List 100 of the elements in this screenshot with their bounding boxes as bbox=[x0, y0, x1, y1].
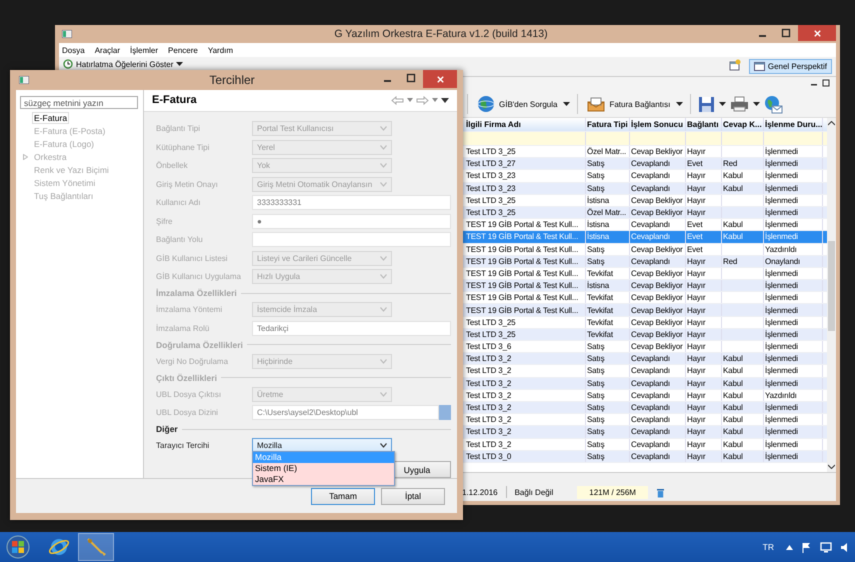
field-label: Tarayıcı Tercihi bbox=[156, 441, 210, 450]
table-cell: İşlenmedi bbox=[765, 318, 798, 327]
up-arrow-icon[interactable] bbox=[786, 544, 793, 550]
table-row[interactable]: Test LTD 3_2 Satış Cevaplandı Hayır Kabul İşlenmedi bbox=[461, 378, 827, 390]
table-cell: Satış bbox=[587, 171, 604, 180]
table-cell: Kabul bbox=[723, 366, 743, 376]
field-label: GİB Kullanıcı Uygulama bbox=[156, 272, 242, 282]
scrollbar-thumb[interactable] bbox=[828, 241, 835, 331]
minimize-icon bbox=[758, 35, 766, 37]
printer-icon[interactable] bbox=[730, 96, 750, 112]
table-cell: Test LTD 3_2 bbox=[466, 354, 512, 364]
table-cell: İşlenmedi bbox=[765, 330, 798, 339]
table-cell: İşlenmedi bbox=[765, 440, 798, 449]
table-cell: Cevaplandı bbox=[631, 366, 670, 376]
table-cell: Hayır bbox=[687, 318, 706, 327]
table-row[interactable]: TEST 19 GİB Portal & Test Kull... Tevkifat Cevap Bekliyor Hayır İşlenmedi bbox=[461, 304, 827, 317]
table-cell: Hayır bbox=[687, 378, 706, 388]
dialog-button[interactable]: İptal bbox=[381, 488, 445, 504]
scroll-down-icon[interactable] bbox=[828, 464, 835, 469]
menu-item[interactable]: Araçlar bbox=[94, 46, 120, 54]
table-cell: Satış bbox=[587, 427, 604, 436]
close-button[interactable] bbox=[798, 25, 836, 41]
table-cell: Evet bbox=[687, 232, 702, 242]
table-cell: Cevap Bekliyor bbox=[631, 330, 683, 339]
table-cell: İstisna bbox=[587, 196, 610, 205]
table-cell: İşlenmedi bbox=[765, 427, 798, 436]
table-cell: Kabul bbox=[723, 184, 743, 193]
table-row[interactable]: Test LTD 3_0 Satış Cevaplandı Hayır Kabul İşlenmedi bbox=[461, 450, 827, 463]
dialog-button[interactable]: Tamam bbox=[311, 488, 375, 504]
table-row[interactable]: TEST 19 GİB Portal & Test Kull... İstisna Cevap Bekliyor Hayır İşlenmedi bbox=[461, 280, 827, 292]
column-header[interactable]: İşlem Sonucu bbox=[630, 118, 686, 131]
column-header[interactable]: İlgili Firma Adı bbox=[465, 118, 586, 131]
column-header[interactable]: Bağlantı bbox=[686, 118, 722, 131]
table-row[interactable]: Test LTD 3_2 Satış Cevaplandı Hayır Kabul İşlenmedi bbox=[461, 426, 827, 438]
monitor-icon[interactable] bbox=[820, 542, 832, 552]
table-row[interactable]: Test LTD 3_2 Satış Cevaplandı Hayır Kabul İşlenmedi bbox=[461, 353, 827, 366]
table-cell: Cevaplandı bbox=[631, 220, 670, 230]
table-cell: Satış bbox=[587, 452, 604, 461]
table-cell: Hayır bbox=[687, 403, 706, 412]
filter-field[interactable]: süzgeç metnini yazın bbox=[20, 96, 138, 109]
table-cell: Test LTD 3_2 bbox=[466, 415, 512, 424]
save-icon[interactable] bbox=[698, 96, 716, 112]
menu-item[interactable]: Pencere bbox=[168, 46, 198, 54]
close-button[interactable] bbox=[423, 70, 457, 88]
table-cell: Cevaplandı bbox=[631, 452, 670, 461]
table-row[interactable]: Test LTD 3_25 Tevkifat Cevap Bekliyor Hayır İşlenmedi bbox=[461, 328, 827, 341]
table-cell: Cevaplandı bbox=[631, 440, 670, 449]
menu-item[interactable]: Dosya bbox=[62, 46, 85, 54]
field-label: Kütüphane Tipi bbox=[156, 142, 210, 152]
speaker-icon[interactable] bbox=[840, 542, 849, 552]
table-cell: Tevkifat bbox=[587, 293, 613, 302]
table-cell: Özel Matr... bbox=[587, 147, 626, 156]
table-row[interactable]: Test LTD 3_2 Satış Cevaplandı Hayır Kabul İşlenmedi bbox=[461, 402, 827, 414]
caret-icon[interactable] bbox=[563, 102, 570, 106]
table-cell: Hayır bbox=[687, 196, 706, 205]
globe-mail-icon[interactable] bbox=[764, 94, 784, 114]
section-heading: İmzalama Özellikleri bbox=[156, 288, 237, 298]
table-cell: Tevkifat bbox=[587, 268, 613, 278]
tree-item[interactable]: E-Fatura bbox=[32, 112, 70, 124]
table-cell: İşlenmedi bbox=[765, 354, 798, 364]
caret-icon bbox=[380, 274, 387, 280]
caret-icon[interactable] bbox=[753, 102, 760, 106]
language-indicator[interactable]: TR bbox=[762, 542, 774, 552]
menu-item[interactable]: İşlemler bbox=[130, 46, 158, 54]
table-cell: Test LTD 3_25 bbox=[466, 208, 516, 218]
section-heading: Çıktı Özellikleri bbox=[156, 372, 217, 383]
column-header[interactable]: Cevap K... bbox=[722, 118, 764, 131]
reminder-button[interactable]: Hatırlatma Öğelerini Göster bbox=[63, 59, 184, 69]
table-row[interactable]: Test LTD 3_25 Özel Matr... Cevap Bekliyor Hayır İşlenmedi bbox=[461, 206, 827, 220]
maximize-icon[interactable] bbox=[822, 79, 830, 87]
open-perspective-icon[interactable] bbox=[728, 59, 741, 71]
menu-item[interactable]: Yardım bbox=[208, 46, 234, 54]
trash-icon[interactable] bbox=[656, 486, 665, 498]
text-field[interactable] bbox=[252, 232, 451, 248]
table-cell: Tevkifat bbox=[587, 330, 613, 339]
page-title: E-Fatura bbox=[152, 94, 197, 106]
column-header[interactable]: Fatura Tipi bbox=[586, 118, 630, 131]
flag-icon[interactable] bbox=[801, 542, 812, 552]
column-header[interactable]: İşlenme Duru... bbox=[764, 118, 823, 131]
horizontal-scrollbar[interactable] bbox=[461, 472, 836, 483]
table-row[interactable]: Test LTD 3_27 Satış Cevaplandı Evet Red İşlenmedi bbox=[461, 158, 827, 170]
table-row[interactable]: Test LTD 3_23 Satış Cevaplandı Hayır Kabul İşlenmedi bbox=[461, 182, 827, 195]
start-button[interactable] bbox=[6, 535, 30, 559]
table-cell: Cevap Bekliyor bbox=[631, 293, 683, 302]
menu-caret-icon[interactable] bbox=[441, 98, 449, 103]
table-cell: TEST 19 GİB Portal & Test Kull... bbox=[466, 256, 578, 266]
table-cell: Yazdırıldı bbox=[765, 390, 797, 400]
window-title: G Yazılım Orkestra E-Fatura v1.2 (build 1413) bbox=[333, 28, 549, 40]
caret-icon[interactable] bbox=[676, 102, 684, 106]
scrollbar[interactable] bbox=[827, 118, 836, 472]
scroll-up-icon[interactable] bbox=[828, 121, 835, 126]
table-cell: Cevaplandı bbox=[631, 415, 670, 424]
caret-icon[interactable] bbox=[719, 102, 726, 106]
table-cell: TEST 19 GİB Portal & Test Kull... bbox=[466, 281, 578, 290]
perspective-button[interactable]: Genel Perspektif bbox=[748, 59, 832, 74]
table-cell: Kabul bbox=[723, 220, 743, 230]
table-row[interactable]: TEST 19 GİB Portal & Test Kull... Satış Cevaplandı Hayır Red Onaylandı bbox=[461, 256, 827, 268]
browser-icon[interactable] bbox=[48, 536, 70, 558]
query-button[interactable]: GİB'den Sorgula bbox=[475, 95, 560, 113]
invoice-link-button[interactable]: Fatura Bağlantısı bbox=[585, 96, 672, 112]
